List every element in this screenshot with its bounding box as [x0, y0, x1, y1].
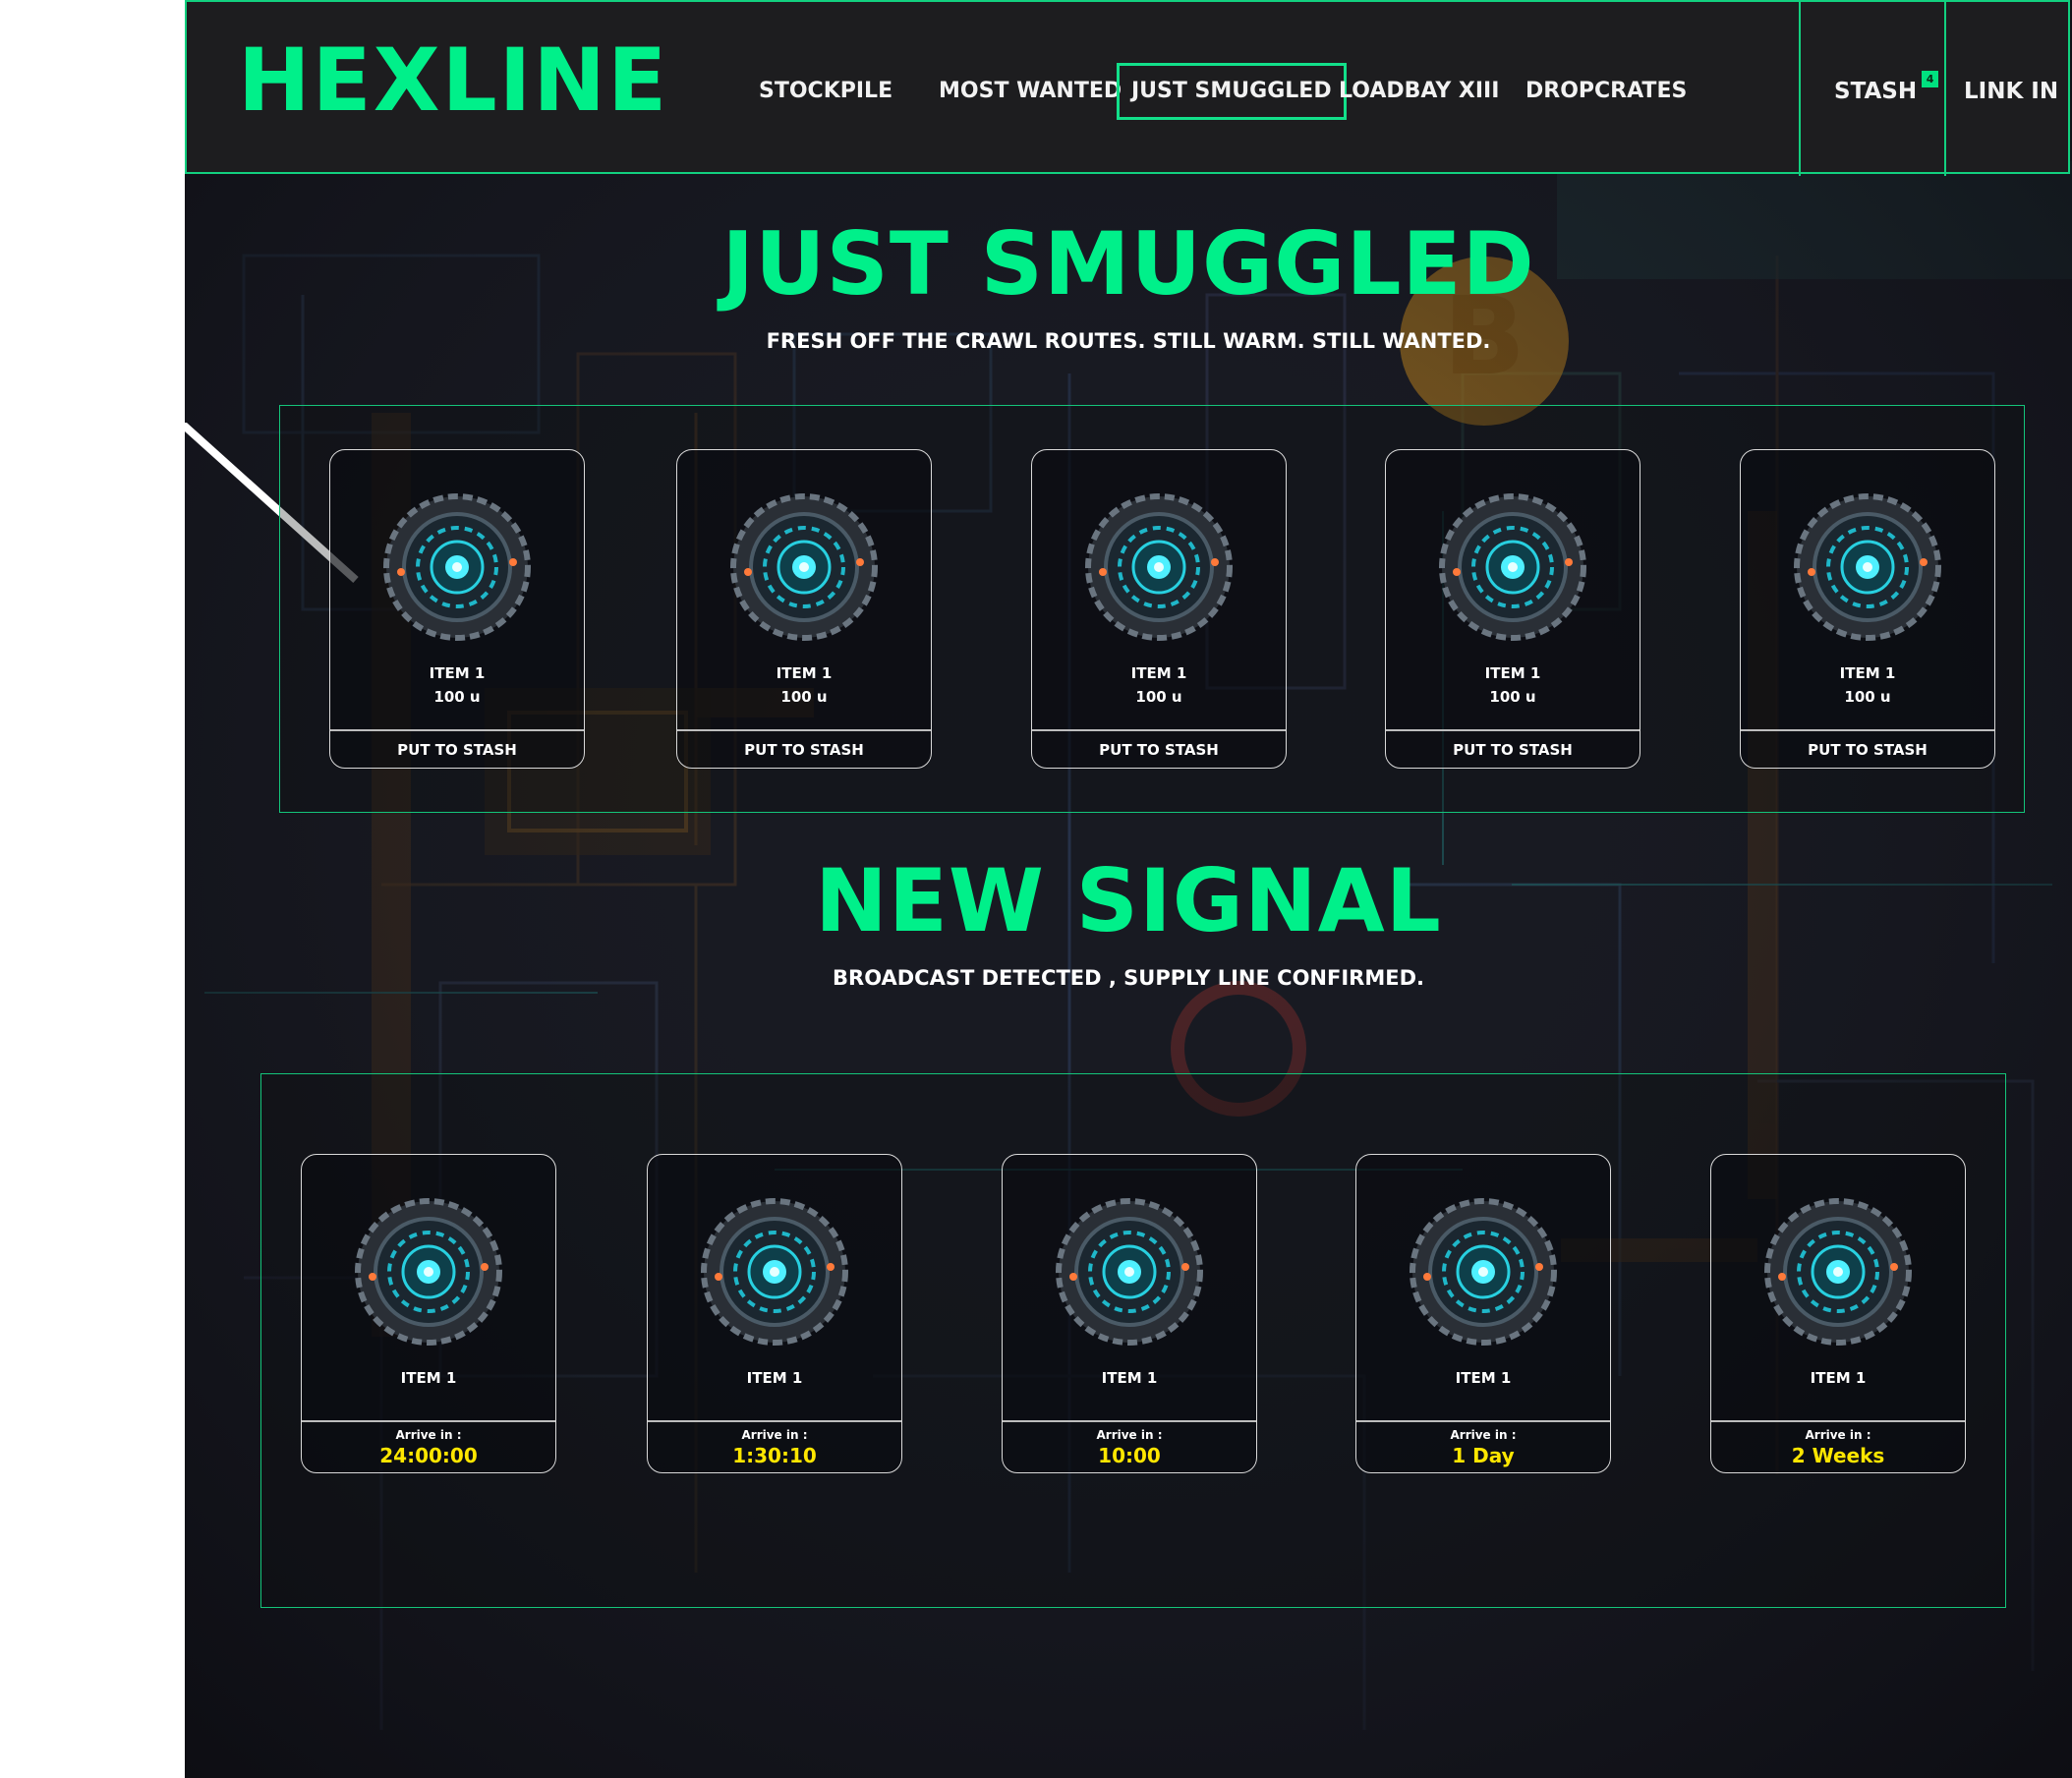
reactor-orb-icon — [1439, 493, 1586, 641]
card-divider — [1386, 729, 1640, 731]
item-price: 100 u — [1135, 688, 1182, 706]
upcoming-card[interactable]: ITEM 1 Arrive in : 24:00:00 — [301, 1154, 556, 1473]
product-card[interactable]: ITEM 1 100 u PUT TO STASH — [676, 449, 932, 769]
arrive-countdown: 1 Day — [1452, 1444, 1515, 1467]
arrive-label: Arrive in : — [741, 1428, 808, 1442]
item-name: ITEM 1 — [1455, 1369, 1512, 1387]
item-name: ITEM 1 — [1484, 664, 1541, 682]
put-to-stash-button[interactable]: PUT TO STASH — [330, 741, 584, 759]
item-name: ITEM 1 — [1839, 664, 1896, 682]
product-card[interactable]: ITEM 1 100 u PUT TO STASH — [1031, 449, 1287, 769]
item-name: ITEM 1 — [400, 1369, 457, 1387]
product-card[interactable]: ITEM 1 100 u PUT TO STASH — [1740, 449, 1995, 769]
stash-label: STASH — [1834, 79, 1918, 104]
product-card[interactable]: ITEM 1 100 u PUT TO STASH — [1385, 449, 1640, 769]
arrive-label: Arrive in : — [1096, 1428, 1163, 1442]
card-divider — [1741, 729, 1994, 731]
upcoming-card[interactable]: ITEM 1 Arrive in : 1 Day — [1355, 1154, 1611, 1473]
reactor-orb-icon — [701, 1198, 848, 1346]
stash-count-badge: 4 — [1922, 71, 1939, 87]
reactor-orb-icon — [730, 493, 878, 641]
item-price: 100 u — [1844, 688, 1891, 706]
item-price: 100 u — [433, 688, 481, 706]
reactor-orb-icon — [383, 493, 531, 641]
app-root: B HEXLINE STOCKPILE MOST WANTED JUST SMU… — [185, 0, 2072, 1778]
item-name: ITEM 1 — [1810, 1369, 1867, 1387]
new-signal-title: NEW SIGNAL — [815, 850, 1442, 951]
reactor-orb-icon — [1410, 1198, 1557, 1346]
nav-dropcrates[interactable]: DROPCRATES — [1514, 63, 1698, 120]
reactor-orb-icon — [1085, 493, 1233, 641]
link-in-button[interactable]: LINK IN — [1964, 63, 2058, 120]
nav-stockpile[interactable]: STOCKPILE — [747, 63, 904, 120]
reactor-orb-icon — [1056, 1198, 1203, 1346]
put-to-stash-button[interactable]: PUT TO STASH — [677, 741, 931, 759]
brand-logo[interactable]: HEXLINE — [238, 37, 668, 124]
arrive-label: Arrive in : — [1805, 1428, 1871, 1442]
upcoming-card[interactable]: ITEM 1 Arrive in : 2 Weeks — [1710, 1154, 1966, 1473]
card-divider — [648, 1420, 901, 1422]
item-name: ITEM 1 — [1101, 1369, 1158, 1387]
new-signal-subtitle: BROADCAST DETECTED , SUPPLY LINE CONFIRM… — [833, 966, 1424, 990]
arrive-label: Arrive in : — [1450, 1428, 1517, 1442]
arrive-countdown: 10:00 — [1098, 1444, 1161, 1467]
item-name: ITEM 1 — [1130, 664, 1187, 682]
arrive-label: Arrive in : — [395, 1428, 462, 1442]
new-signal-panel: ITEM 1 Arrive in : 24:00:00 ITEM 1 Arriv… — [260, 1073, 2006, 1608]
nav-just-smuggled[interactable]: JUST SMUGGLED — [1117, 63, 1347, 120]
put-to-stash-button[interactable]: PUT TO STASH — [1032, 741, 1286, 759]
just-smuggled-subtitle: FRESH OFF THE CRAWL ROUTES. STILL WARM. … — [766, 329, 1491, 353]
header-divider — [1799, 2, 1801, 176]
nav-loadbay-xiii[interactable]: LOADBAY XIII — [1327, 63, 1511, 120]
product-card[interactable]: ITEM 1 100 u PUT TO STASH — [329, 449, 585, 769]
header-divider — [1944, 2, 1946, 176]
item-price: 100 u — [1489, 688, 1536, 706]
card-divider — [1003, 1420, 1256, 1422]
upcoming-card[interactable]: ITEM 1 Arrive in : 1:30:10 — [647, 1154, 902, 1473]
card-divider — [330, 729, 584, 731]
just-smuggled-panel: ITEM 1 100 u PUT TO STASH ITEM 1 100 u P… — [279, 405, 2025, 813]
just-smuggled-title: JUST SMUGGLED — [721, 213, 1535, 315]
put-to-stash-button[interactable]: PUT TO STASH — [1386, 741, 1640, 759]
arrive-countdown: 2 Weeks — [1791, 1444, 1885, 1467]
reactor-orb-icon — [355, 1198, 502, 1346]
put-to-stash-button[interactable]: PUT TO STASH — [1741, 741, 1994, 759]
card-divider — [1032, 729, 1286, 731]
arrive-countdown: 1:30:10 — [732, 1444, 817, 1467]
stash-button[interactable]: STASH 4 — [1834, 63, 1939, 120]
arrive-countdown: 24:00:00 — [379, 1444, 478, 1467]
card-divider — [1711, 1420, 1965, 1422]
reactor-orb-icon — [1764, 1198, 1912, 1346]
item-name: ITEM 1 — [429, 664, 486, 682]
upcoming-card[interactable]: ITEM 1 Arrive in : 10:00 — [1002, 1154, 1257, 1473]
item-name: ITEM 1 — [776, 664, 833, 682]
card-divider — [302, 1420, 555, 1422]
card-divider — [677, 729, 931, 731]
nav-most-wanted[interactable]: MOST WANTED — [927, 63, 1133, 120]
item-price: 100 u — [780, 688, 828, 706]
reactor-orb-icon — [1794, 493, 1941, 641]
card-divider — [1356, 1420, 1610, 1422]
top-header: HEXLINE STOCKPILE MOST WANTED JUST SMUGG… — [185, 0, 2070, 176]
item-name: ITEM 1 — [746, 1369, 803, 1387]
